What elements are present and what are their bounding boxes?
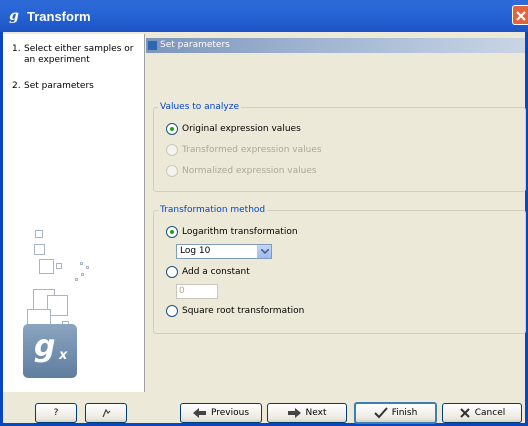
title-bar: g Transform: [0, 0, 528, 32]
group-legend: Values to analyze: [158, 101, 241, 113]
arrow-left-icon: [192, 408, 206, 418]
decor-square: [56, 263, 62, 269]
decor-square: [86, 266, 89, 269]
dropdown-button[interactable]: [257, 245, 271, 258]
radio-button: [166, 165, 178, 177]
radio-original-values[interactable]: Original expression values: [166, 123, 301, 135]
step-set-parameters: 2. Set parameters: [12, 81, 144, 92]
logo-g-glyph: g: [34, 329, 56, 364]
radio-normalized-values: Normalized expression values: [166, 165, 317, 177]
next-button[interactable]: Next: [267, 403, 347, 423]
radio-label: Logarithm transformation: [182, 227, 298, 237]
radio-logarithm[interactable]: Logarithm transformation: [166, 226, 298, 238]
decor-square: [34, 244, 45, 255]
previous-button[interactable]: Previous: [180, 403, 262, 423]
window-title: Transform: [27, 8, 91, 24]
cancel-icon: [460, 408, 470, 418]
values-to-analyze-group: Values to analyze Original expression va…: [153, 101, 526, 192]
help-label: ?: [53, 408, 59, 418]
section-title: Set parameters: [160, 40, 230, 50]
radio-transformed-values: Transformed expression values: [166, 144, 322, 156]
decor-square: [80, 262, 83, 265]
cancel-label: Cancel: [474, 408, 506, 418]
finish-label: Finish: [391, 408, 418, 418]
main-panel: Set parameters Values to analyze Origina…: [146, 34, 526, 392]
arrow-right-icon: [287, 408, 301, 418]
radio-square-root[interactable]: Square root transformation: [166, 305, 304, 317]
logo-x-glyph: x: [59, 348, 68, 363]
radio-button[interactable]: [166, 226, 178, 238]
radio-label: Original expression values: [182, 124, 301, 134]
help-button[interactable]: ?: [35, 403, 77, 423]
radio-label: Normalized expression values: [182, 166, 317, 176]
decor-square: [35, 230, 43, 238]
cancel-button[interactable]: Cancel: [442, 403, 522, 423]
previous-label: Previous: [210, 408, 250, 418]
step-number: 2.: [12, 81, 21, 91]
close-icon: [516, 11, 526, 21]
step-label: Set parameters: [24, 81, 94, 91]
radio-label: Square root transformation: [182, 306, 305, 316]
app-logo: g x: [23, 324, 77, 378]
next-label: Next: [305, 408, 327, 418]
step-select-samples: 1. Select either samples or an experiment: [12, 44, 144, 66]
finish-button[interactable]: Finish: [354, 402, 437, 424]
decor-square: [81, 273, 84, 276]
section-header: Set parameters: [146, 38, 525, 53]
wizard-steps-sidebar: 1. Select either samples or an experiment…: [3, 34, 145, 392]
decor-square: [75, 278, 78, 281]
radio-button[interactable]: [166, 266, 178, 278]
decor-square: [39, 259, 54, 274]
g-icon: g: [9, 8, 19, 24]
group-legend: Transformation method: [158, 204, 268, 216]
step-label: Select either samples or an experiment: [24, 44, 134, 65]
step-number: 1.: [12, 44, 21, 54]
close-button[interactable]: [512, 5, 528, 25]
transformation-method-group: Transformation method Logarithm transfor…: [153, 204, 526, 334]
constant-input: 0: [176, 284, 218, 299]
checkmark-icon: [373, 407, 388, 419]
radio-label: Add a constant: [182, 267, 250, 277]
chevron-down-icon: [261, 249, 269, 254]
select-value: Log 10: [180, 246, 211, 256]
section-marker-icon: [148, 41, 157, 50]
radio-add-constant[interactable]: Add a constant: [166, 266, 250, 278]
reset-button[interactable]: [85, 403, 127, 423]
radio-button: [166, 144, 178, 156]
reset-icon: [102, 408, 111, 418]
radio-button[interactable]: [166, 123, 178, 135]
radio-button[interactable]: [166, 305, 178, 317]
log-base-select[interactable]: Log 10: [176, 244, 272, 259]
radio-label: Transformed expression values: [182, 145, 322, 155]
